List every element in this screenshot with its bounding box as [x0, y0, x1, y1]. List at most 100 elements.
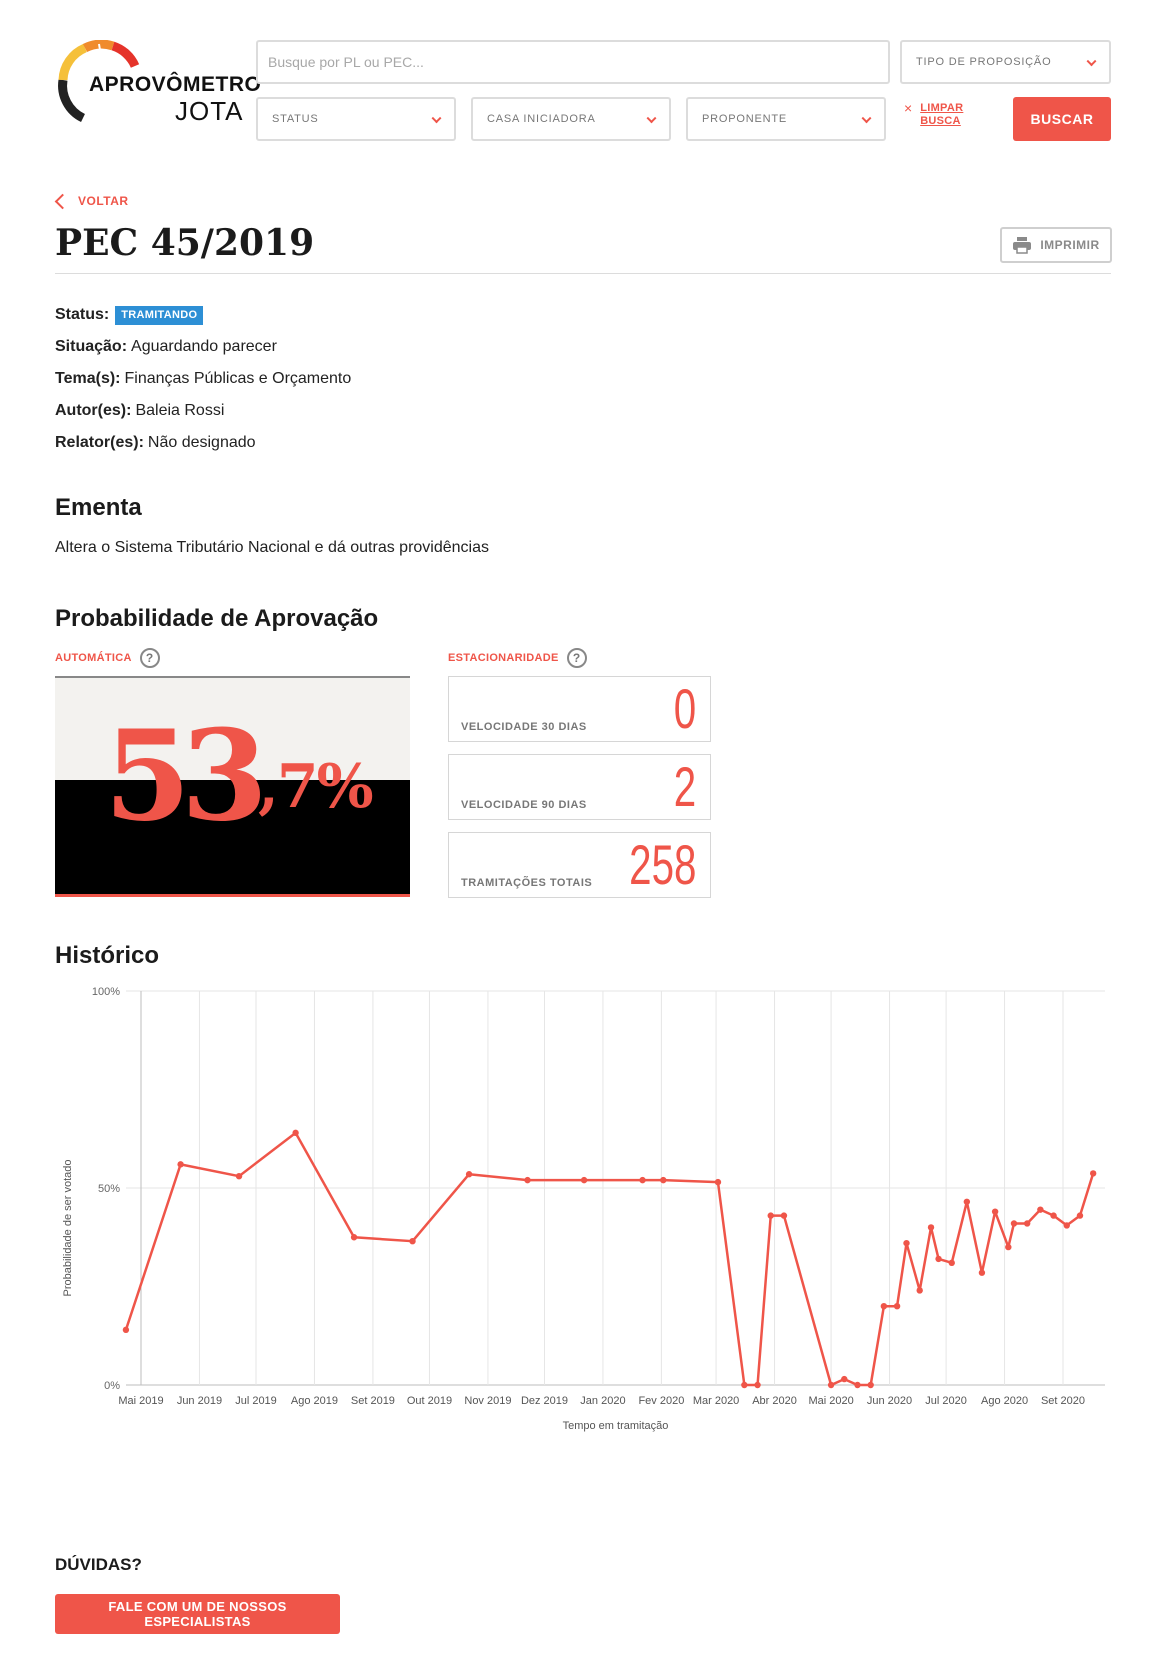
stat-value: 2	[673, 755, 696, 818]
duvidas-heading: DÚVIDAS?	[55, 1555, 142, 1574]
situacao-row: Situação: Aguardando parecer	[55, 331, 351, 363]
close-icon: ×	[904, 100, 913, 116]
casa-iniciadora-label: CASA INICIADORA	[487, 113, 596, 125]
data-point	[580, 1176, 588, 1184]
limpar-busca-link[interactable]: × LIMPAR BUSCA	[904, 100, 964, 128]
details-list: Status: TRAMITANDO Situação: Aguardando …	[55, 299, 351, 459]
estacionaridade-label: ESTACIONARIDADE	[448, 652, 559, 664]
x-tick-label: Set 2019	[351, 1395, 395, 1407]
printer-icon	[1013, 237, 1032, 254]
tipo-proposicao-label: TIPO DE PROPOSIÇÃO	[916, 56, 1052, 68]
voltar-link[interactable]: VOLTAR	[54, 193, 129, 209]
divider	[55, 273, 1111, 274]
limpar-label: LIMPAR	[920, 102, 964, 114]
search-input[interactable]	[256, 40, 890, 84]
historico-chart-svg[interactable]: 0% 50% 100% Mai 2019 Jun 2019 Jul 2019 Ago 201…	[55, 985, 1115, 1515]
data-point	[867, 1381, 874, 1389]
data-point	[1076, 1212, 1084, 1219]
probabilidade-value-decimal: ,7%	[257, 752, 374, 822]
autor-value: Baleia Rossi	[135, 402, 225, 419]
casa-iniciadora-select[interactable]: CASA INICIADORA	[471, 97, 671, 141]
x-axis-title: Tempo em tramitação	[563, 1420, 669, 1432]
data-point	[524, 1176, 531, 1184]
proponente-label: PROPONENTE	[702, 113, 788, 125]
probabilidade-value: 53,7%	[104, 714, 374, 850]
relator-label: Relator(es):	[55, 434, 144, 451]
data-point	[841, 1375, 848, 1383]
autor-row: Autor(es): Baleia Rossi	[55, 395, 351, 427]
imprimir-button[interactable]: IMPRIMIR	[1000, 227, 1112, 263]
ementa-heading: Ementa	[55, 494, 142, 521]
data-point	[903, 1239, 910, 1247]
data-point	[1023, 1220, 1031, 1227]
help-icon[interactable]: ?	[139, 648, 160, 668]
chevron-down-icon	[861, 113, 872, 124]
tema-label: Tema(s):	[55, 370, 121, 387]
series-line	[124, 1131, 1095, 1387]
data-point	[1037, 1206, 1044, 1213]
chevron-down-icon	[431, 113, 442, 124]
data-point	[122, 1326, 130, 1334]
y-tick-label: 0%	[104, 1380, 120, 1392]
data-point	[1050, 1212, 1057, 1219]
status-badge: TRAMITANDO	[115, 305, 204, 325]
y-tick-label: 100%	[92, 986, 120, 998]
data-point	[1063, 1222, 1070, 1229]
status-select-label: STATUS	[272, 113, 319, 125]
y-tick-label: 50%	[98, 1183, 120, 1195]
relator-value: Não designado	[147, 434, 256, 451]
chevron-down-icon	[1086, 56, 1097, 67]
x-tick-label: Jun 2020	[867, 1395, 912, 1407]
x-tick-label: Mai 2019	[118, 1395, 163, 1407]
tema-row: Tema(s): Finanças Públicas e Orçamento	[55, 363, 351, 395]
y-axis-title: Probabilidade de ser votado	[62, 1160, 74, 1297]
data-point	[754, 1381, 761, 1389]
data-point	[714, 1178, 722, 1186]
data-point	[1005, 1243, 1012, 1251]
probabilidade-card: 53,7%	[55, 676, 410, 897]
status-select[interactable]: STATUS	[256, 97, 456, 141]
situacao-value: Aguardando parecer	[131, 338, 277, 355]
x-tick-label: Ago 2020	[981, 1395, 1028, 1407]
data-point	[948, 1259, 955, 1267]
tipo-proposicao-select[interactable]: TIPO DE PROPOSIÇÃO	[900, 40, 1111, 84]
data-point	[465, 1171, 473, 1178]
historico-chart[interactable]: 0% 50% 100% Mai 2019 Jun 2019 Jul 2019 Ago 201…	[55, 985, 1115, 1515]
probabilidade-value-main: 53	[104, 703, 268, 849]
velocidade-30-card: VELOCIDADE 30 DIAS 0	[448, 676, 711, 742]
logo-title: APROVÔMETRO	[89, 73, 262, 96]
stat-value: 258	[628, 833, 696, 896]
page-title: PEC 45/2019	[55, 222, 315, 264]
stat-label: VELOCIDADE 30 DIAS	[461, 721, 587, 733]
automatica-label-group: AUTOMÁTICA ?	[55, 648, 160, 668]
probabilidade-heading: Probabilidade de Aprovação	[55, 605, 379, 632]
x-tick-label: Abr 2020	[752, 1395, 797, 1407]
data-point	[660, 1176, 667, 1184]
x-tick-label: Out 2019	[407, 1395, 452, 1407]
stat-label: TRAMITAÇÕES TOTAIS	[461, 877, 593, 889]
status-label: Status:	[55, 306, 110, 323]
data-point	[177, 1161, 184, 1168]
stat-label: VELOCIDADE 90 DIAS	[461, 799, 587, 811]
x-tick-label: Fev 2020	[638, 1395, 684, 1407]
data-point	[991, 1208, 999, 1215]
data-point	[893, 1303, 901, 1310]
fale-especialistas-button[interactable]: FALE COM UM DE NOSSOS ESPECIALISTAS	[55, 1594, 340, 1634]
data-point	[935, 1255, 942, 1263]
tema-value: Finanças Públicas e Orçamento	[124, 370, 352, 387]
data-point	[235, 1172, 243, 1180]
data-point	[827, 1381, 835, 1389]
data-point	[927, 1224, 935, 1231]
help-icon[interactable]: ?	[566, 648, 587, 668]
proponente-select[interactable]: PROPONENTE	[686, 97, 886, 141]
data-point	[1010, 1220, 1018, 1227]
busca-label: BUSCA	[920, 115, 961, 127]
buscar-button[interactable]: BUSCAR	[1013, 97, 1111, 141]
status-row: Status: TRAMITANDO	[55, 299, 351, 331]
data-point	[350, 1234, 358, 1241]
x-tick-label: Set 2020	[1041, 1395, 1085, 1407]
logo[interactable]: APROVÔMETRO JOTA	[55, 40, 261, 126]
stat-value: 0	[673, 677, 696, 740]
autor-label: Autor(es):	[55, 402, 132, 419]
x-tick-label: Ago 2019	[291, 1395, 338, 1407]
